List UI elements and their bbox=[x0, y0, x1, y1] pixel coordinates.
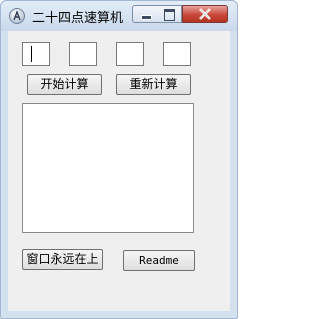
digit-input-2[interactable] bbox=[69, 42, 97, 66]
minimize-icon bbox=[141, 15, 152, 20]
close-icon bbox=[199, 8, 211, 20]
digit-input-4[interactable] bbox=[163, 42, 191, 66]
text-caret bbox=[31, 46, 32, 62]
always-on-top-button[interactable]: 窗口永远在上 bbox=[22, 249, 103, 270]
maximize-button[interactable] bbox=[157, 5, 182, 23]
app-window: 二十四点速算机 开始计算 重新计算 窗口永远在上 Readme bbox=[0, 0, 238, 319]
minimize-button[interactable] bbox=[132, 5, 158, 23]
close-button[interactable] bbox=[182, 5, 228, 23]
app-icon[interactable] bbox=[9, 8, 25, 24]
maximize-icon bbox=[164, 9, 175, 21]
digit-input-1[interactable] bbox=[22, 42, 50, 66]
start-calc-button[interactable]: 开始计算 bbox=[27, 74, 102, 95]
client-area: 开始计算 重新计算 窗口永远在上 Readme bbox=[8, 31, 230, 311]
readme-button[interactable]: Readme bbox=[123, 250, 195, 271]
window-title: 二十四点速算机 bbox=[32, 11, 124, 26]
digit-input-3[interactable] bbox=[116, 42, 144, 66]
title-bar[interactable]: 二十四点速算机 bbox=[1, 1, 237, 31]
reset-calc-button[interactable]: 重新计算 bbox=[116, 74, 191, 95]
result-output[interactable] bbox=[22, 103, 194, 233]
